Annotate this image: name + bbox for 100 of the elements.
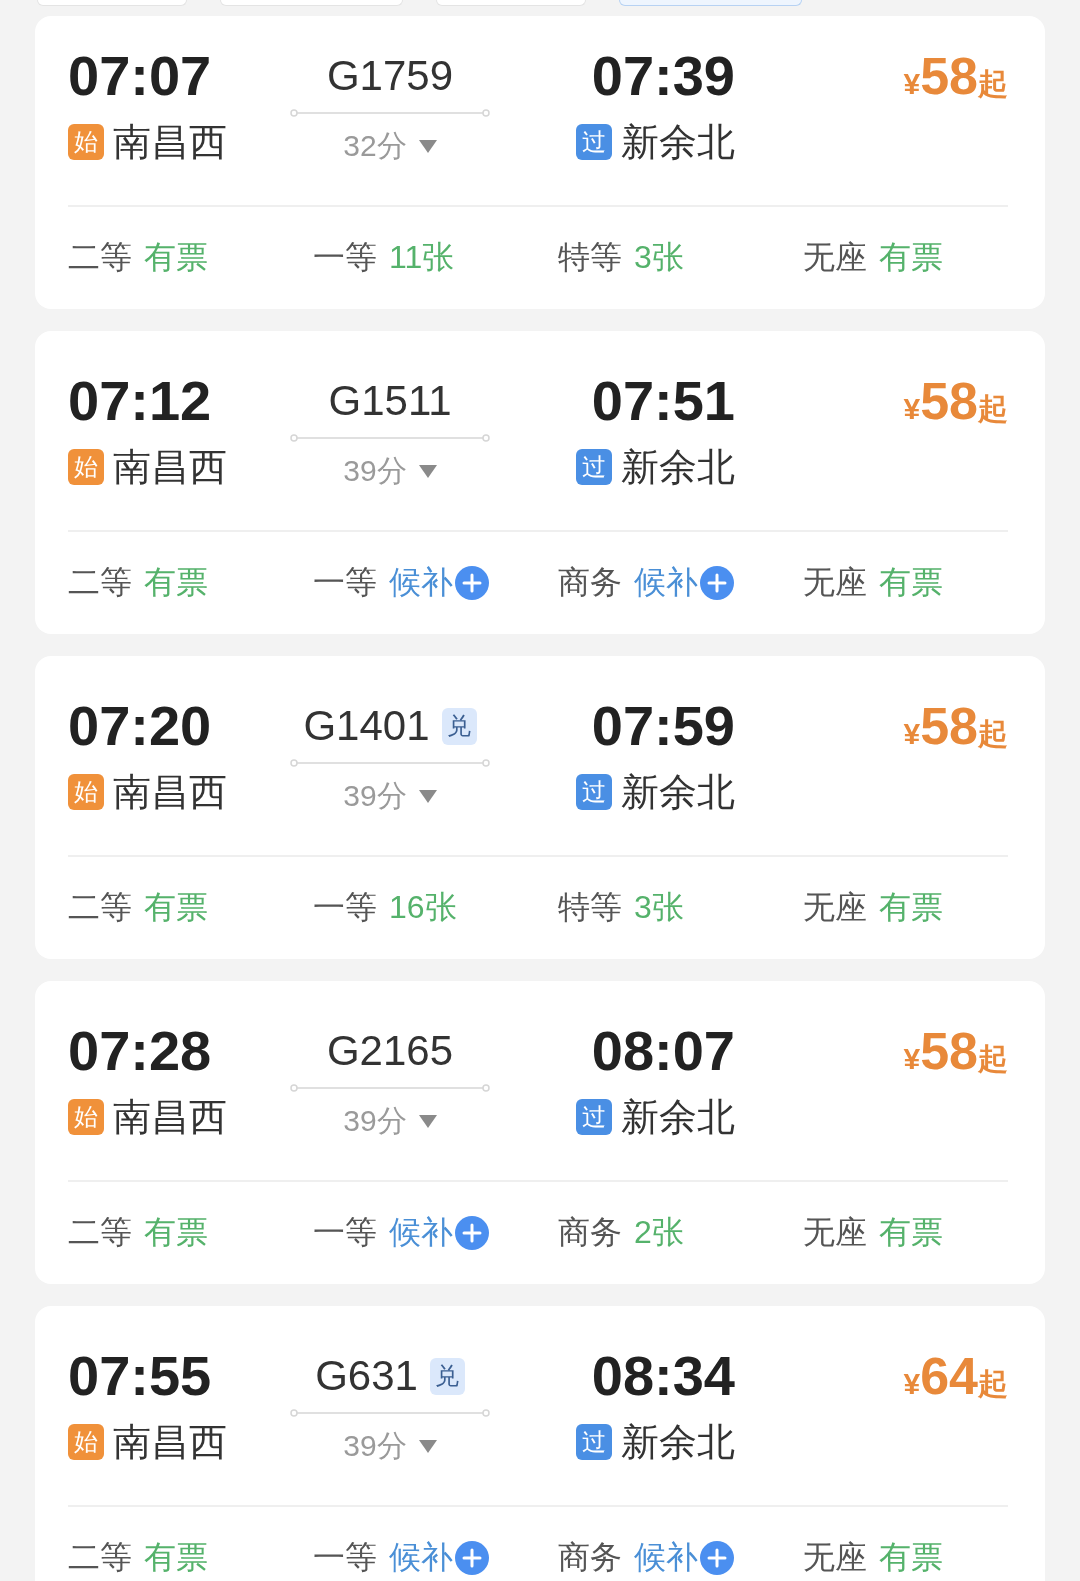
waitlist-button[interactable]: 候补 xyxy=(389,561,489,605)
duration-toggle[interactable]: 39分 xyxy=(343,776,437,816)
train-card[interactable]: 07:28 始 南昌西 G2165 39分 08:07 过 新余北 ¥58起 二等 有票 一等 候补 商务 2张 无座 有票 xyxy=(35,981,1045,1284)
seat-class-label: 一等 xyxy=(313,563,377,602)
arrival-time: 08:34 xyxy=(591,1346,735,1406)
duration-toggle[interactable]: 39分 xyxy=(343,1101,437,1141)
origin-badge: 始 xyxy=(68,124,104,160)
plus-icon xyxy=(700,1541,734,1575)
train-number: G2165 xyxy=(326,1026,454,1076)
plus-icon xyxy=(455,566,489,600)
seat-class-label: 商务 xyxy=(558,563,622,602)
seat-class-label: 特等 xyxy=(558,888,622,927)
ticket-status: 有票 xyxy=(879,1538,943,1577)
pass-through-badge: 过 xyxy=(576,124,612,160)
seat-class-label: 二等 xyxy=(68,563,132,602)
seat-class-label: 一等 xyxy=(313,888,377,927)
ticket-status: 11张 xyxy=(389,238,455,277)
station-name: 新余北 xyxy=(621,1420,735,1464)
duration-toggle[interactable]: 39分 xyxy=(343,1426,437,1466)
seat-class-label: 二等 xyxy=(68,1538,132,1577)
exchange-badge: 兑 xyxy=(429,1357,465,1395)
price-label: ¥58起 xyxy=(903,371,1008,431)
origin-badge: 始 xyxy=(68,1099,104,1135)
departure-time: 07:07 xyxy=(68,46,212,106)
ticket-status: 16张 xyxy=(389,888,457,927)
seat-class-label: 一等 xyxy=(313,1538,377,1577)
station-name: 新余北 xyxy=(621,770,735,814)
seat-class-label: 无座 xyxy=(803,1213,867,1252)
plus-icon xyxy=(455,1541,489,1575)
seat-class-label: 特等 xyxy=(558,238,622,277)
seat-class-label: 二等 xyxy=(68,238,132,277)
station-name: 新余北 xyxy=(621,1095,735,1139)
ticket-status: 有票 xyxy=(144,1213,208,1252)
seat-class-label: 无座 xyxy=(803,1538,867,1577)
origin-badge: 始 xyxy=(68,774,104,810)
plus-icon xyxy=(455,1216,489,1250)
ticket-status: 3张 xyxy=(634,888,684,927)
departure-time: 07:55 xyxy=(68,1346,212,1406)
ticket-status: 有票 xyxy=(144,1538,208,1577)
ticket-status: 有票 xyxy=(144,238,208,277)
ticket-status: 有票 xyxy=(879,1213,943,1252)
train-card[interactable]: 07:55 始 南昌西 G631 兑 39分 08:34 过 新余北 ¥64起 二等 有票 一等 候补 商务 候补 无座 有票 xyxy=(35,1306,1045,1581)
origin-badge: 始 xyxy=(68,449,104,485)
seat-class-label: 无座 xyxy=(803,563,867,602)
station-name: 新余北 xyxy=(621,120,735,164)
origin-badge: 始 xyxy=(68,1424,104,1460)
filter-chip[interactable] xyxy=(619,0,802,6)
caret-icon xyxy=(418,139,437,153)
exchange-badge: 兑 xyxy=(441,707,477,745)
caret-icon xyxy=(418,789,437,803)
seat-class-label: 一等 xyxy=(313,238,377,277)
ticket-status: 有票 xyxy=(144,563,208,602)
seat-class-label: 二等 xyxy=(68,888,132,927)
duration-toggle[interactable]: 32分 xyxy=(343,126,437,166)
station-name: 南昌西 xyxy=(113,770,227,814)
ticket-status: 有票 xyxy=(879,563,943,602)
departure-time: 07:12 xyxy=(68,371,212,431)
arrival-time: 08:07 xyxy=(591,1021,735,1081)
plus-icon xyxy=(700,566,734,600)
arrival-time: 07:59 xyxy=(591,696,735,756)
duration-toggle[interactable]: 39分 xyxy=(343,451,437,491)
station-name: 南昌西 xyxy=(113,1095,227,1139)
train-card[interactable]: 07:20 始 南昌西 G1401 兑 39分 07:59 过 新余北 ¥58起 二等 有票 一等 16张 特等 3张 无座 有票 xyxy=(35,656,1045,959)
seat-class-label: 无座 xyxy=(803,888,867,927)
ticket-status: 3张 xyxy=(634,238,684,277)
seat-class-label: 二等 xyxy=(68,1213,132,1252)
seat-class-label: 商务 xyxy=(558,1538,622,1577)
ticket-status: 2张 xyxy=(634,1213,684,1252)
pass-through-badge: 过 xyxy=(576,1424,612,1460)
seat-class-label: 商务 xyxy=(558,1213,622,1252)
pass-through-badge: 过 xyxy=(576,774,612,810)
arrival-time: 07:39 xyxy=(591,46,735,106)
departure-time: 07:20 xyxy=(68,696,212,756)
waitlist-button[interactable]: 候补 xyxy=(389,1536,489,1580)
ticket-status: 有票 xyxy=(879,238,943,277)
seat-class-label: 一等 xyxy=(313,1213,377,1252)
station-name: 新余北 xyxy=(621,445,735,489)
caret-icon xyxy=(418,1114,437,1128)
train-number: G631 xyxy=(315,1351,418,1401)
train-card[interactable]: 07:07 始 南昌西 G1759 32分 07:39 过 新余北 ¥58起 二等 有票 一等 11张 特等 3张 无座 有票 xyxy=(35,16,1045,309)
train-number: G1511 xyxy=(328,376,452,426)
price-label: ¥58起 xyxy=(903,46,1008,106)
pass-through-badge: 过 xyxy=(576,449,612,485)
caret-icon xyxy=(418,1439,437,1453)
filter-chip[interactable] xyxy=(220,0,403,6)
waitlist-button[interactable]: 候补 xyxy=(634,1536,734,1580)
filter-chip[interactable] xyxy=(436,0,586,6)
price-label: ¥58起 xyxy=(903,696,1008,756)
train-number: G1401 xyxy=(303,701,430,751)
arrival-time: 07:51 xyxy=(591,371,735,431)
departure-time: 07:28 xyxy=(68,1021,212,1081)
station-name: 南昌西 xyxy=(113,120,227,164)
train-number: G1759 xyxy=(326,51,454,101)
price-label: ¥58起 xyxy=(903,1021,1008,1081)
price-label: ¥64起 xyxy=(903,1346,1008,1406)
waitlist-button[interactable]: 候补 xyxy=(634,561,734,605)
waitlist-button[interactable]: 候补 xyxy=(389,1211,489,1255)
train-card[interactable]: 07:12 始 南昌西 G1511 39分 07:51 过 新余北 ¥58起 二等 有票 一等 候补 商务 候补 无座 有票 xyxy=(35,331,1045,634)
caret-icon xyxy=(418,464,437,478)
filter-chip[interactable] xyxy=(37,0,187,6)
